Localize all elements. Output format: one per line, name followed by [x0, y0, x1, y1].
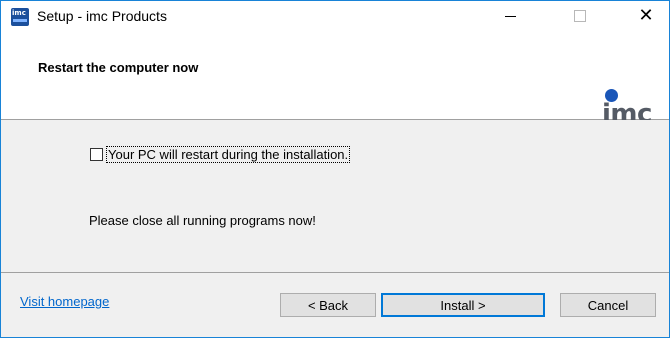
wizard-header: Restart the computer now imc — [1, 31, 669, 129]
wizard-content — [1, 120, 669, 272]
title-bar[interactable]: imc Setup - imc Products ✕ — [1, 1, 669, 31]
close-programs-message: Please close all running programs now! — [89, 213, 316, 228]
cancel-button[interactable]: Cancel — [560, 293, 656, 317]
setup-window: imc Setup - imc Products ✕ Restart the c… — [0, 0, 670, 338]
minimize-button[interactable] — [487, 1, 533, 31]
close-button[interactable]: ✕ — [623, 1, 669, 31]
install-button[interactable]: Install > — [381, 293, 545, 317]
window-title: Setup - imc Products — [37, 8, 167, 24]
app-icon-bar — [13, 19, 27, 22]
minimize-icon — [504, 15, 516, 17]
cancel-button-label: Cancel — [587, 297, 629, 313]
visit-homepage-link[interactable]: Visit homepage — [20, 294, 109, 309]
install-button-label: Install > — [440, 297, 486, 313]
restart-checkbox[interactable] — [90, 148, 103, 161]
close-icon: ✕ — [638, 5, 654, 26]
back-button-label: < Back — [307, 297, 349, 313]
restart-checkbox-row[interactable]: Your PC will restart during the installa… — [90, 146, 351, 163]
page-title: Restart the computer now — [38, 60, 199, 75]
imc-studio-app-icon: imc — [11, 8, 29, 26]
maximize-button[interactable] — [557, 1, 603, 31]
app-icon-text: imc — [12, 9, 26, 17]
restart-checkbox-label[interactable]: Your PC will restart during the installa… — [106, 146, 351, 163]
maximize-icon — [574, 10, 586, 22]
back-button[interactable]: < Back — [280, 293, 376, 317]
